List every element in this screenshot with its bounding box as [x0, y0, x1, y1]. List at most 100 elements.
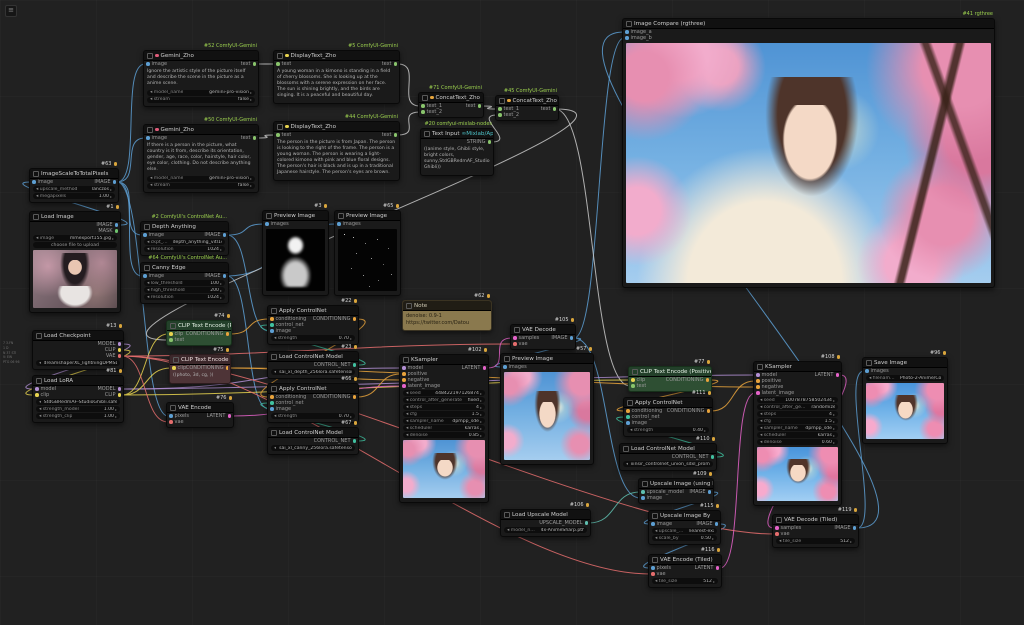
node-image-compare-41[interactable]: #41 rgthree Image Compare (rgthree) image_…	[622, 11, 995, 288]
node-preview-image-3[interactable]: #3 Preview Image images	[262, 203, 329, 296]
node-clip-text-negative-75[interactable]: #75 CLIP Text Encode (Prompt) clipCONDITIO…	[169, 347, 231, 384]
widget-tile_size[interactable]: ◂ tile_size 512 ▸	[652, 578, 718, 584]
widget-stream[interactable]: ◂ stream false ▸	[147, 96, 255, 103]
input-slot-vae[interactable]: vae	[513, 341, 528, 347]
output-slot-MASK[interactable]: MASK	[98, 228, 118, 234]
node-header[interactable]: ConcatText_Zho	[419, 93, 483, 103]
node-apply-controlnet-111[interactable]: #111 Apply ControlNet conditioning CONDITIO…	[623, 390, 713, 437]
widget-value[interactable]: ◂StdGBRedmAF-StudioGhibli.safetensors▸	[36, 399, 120, 405]
widget-strength[interactable]: ◂ strength 0.40 ▸	[627, 427, 709, 433]
output-slot-VAE[interactable]: VAE	[106, 353, 121, 359]
node-header[interactable]: Load Image	[30, 212, 120, 222]
output-slot-LATENT[interactable]: LATENT	[462, 365, 486, 371]
node-display-text-44[interactable]: #44 ComfyUI-Gemini DisplayText_Zho text tex…	[273, 114, 400, 181]
output-slot-CLIP[interactable]: CLIP	[105, 392, 121, 398]
node-collapse-icon[interactable]	[266, 212, 272, 219]
node-collapse-icon[interactable]	[866, 359, 872, 366]
node-collapse-icon[interactable]	[271, 353, 277, 360]
node-header[interactable]: Canny Edge	[141, 263, 228, 273]
widget-strength_model[interactable]: ◂ strength_model 1.00 ▸	[36, 406, 120, 412]
node-header[interactable]: Preview Image	[263, 211, 328, 221]
node-clip-text-positive-77[interactable]: #77CLIP Text Encode (Positive Prompt)cli…	[628, 359, 712, 392]
input-slot-latent_image[interactable]: latent_image	[756, 390, 794, 396]
widget-tile_size[interactable]: ◂ tile_size 512 ▸	[776, 538, 855, 544]
node-concat-text-45[interactable]: #45 ComfyUI-Gemini ConcatText_Zho text_1 te…	[495, 88, 559, 121]
node-header[interactable]: Preview Image	[501, 354, 593, 364]
node-vae-decode-105[interactable]: #105 VAE Decode samples IMAGE vae	[510, 317, 576, 350]
node-collapse-icon[interactable]	[33, 170, 39, 177]
input-slot-image[interactable]: image	[146, 61, 167, 67]
node-collapse-icon[interactable]	[623, 445, 629, 452]
node-header[interactable]: Load ControlNet Model	[268, 428, 358, 438]
node-header[interactable]: Gemini_Zho	[144, 125, 258, 135]
node-collapse-icon[interactable]	[147, 126, 153, 133]
node-header[interactable]: Image Compare (rgthree)	[623, 19, 994, 29]
input-slot-images[interactable]: images	[265, 221, 289, 227]
input-slot-vae[interactable]: vae	[775, 531, 790, 537]
widget-scheduler[interactable]: ◂ scheduler karras ▸	[757, 432, 838, 438]
node-collapse-icon[interactable]	[514, 326, 520, 333]
input-slot-latent_image[interactable]: latent_image	[402, 383, 440, 389]
node-collapse-icon[interactable]	[170, 322, 176, 329]
node-header[interactable]: VAE Encode (Tiled)	[649, 555, 721, 565]
widget-stream[interactable]: ◂ stream false ▸	[147, 182, 255, 189]
input-slot-image_b[interactable]: image_b	[625, 35, 652, 41]
output-slot-text[interactable]: text	[466, 103, 481, 109]
node-note-62[interactable]: #62 Note denoise: 0.9-1 https://twitter.com…	[402, 293, 492, 331]
widget-upscale_method[interactable]: ◂ upscale_method lanczos ▸	[33, 186, 115, 192]
output-slot-IMAGE[interactable]: IMAGE	[94, 179, 116, 185]
preview-image[interactable]	[626, 43, 991, 283]
widget-value[interactable]: ◂dreamshaperXL_lightningDPMSDE.safetenso…	[36, 360, 120, 366]
node-header[interactable]: Load ControlNet Model	[620, 444, 716, 454]
input-slot-text_2[interactable]: text_2	[498, 112, 519, 118]
app-menu-icon[interactable]: ≡	[5, 5, 17, 17]
node-header[interactable]: Apply ControlNet	[624, 398, 712, 408]
node-header[interactable]: Apply ControlNet	[268, 306, 358, 316]
output-slot-text[interactable]: text	[382, 132, 397, 138]
node-header[interactable]: Load Upscale Model	[501, 510, 590, 520]
node-concat-text-71[interactable]: #71 ComfyUI-Gemini ConcatText_Zho text_1 te…	[418, 85, 484, 118]
widget-denoise[interactable]: ◂ denoise 0.85 ▸	[403, 432, 485, 438]
node-header[interactable]: CLIP Text Encode (Prompt)	[167, 321, 231, 331]
widget-button[interactable]: choose file to upload	[33, 242, 117, 248]
node-collapse-icon[interactable]	[173, 356, 179, 363]
input-slot-image[interactable]: image	[270, 328, 291, 334]
node-collapse-icon[interactable]	[776, 516, 782, 523]
node-header[interactable]: Gemini_Zho	[144, 51, 258, 61]
node-upscale-image-by-115[interactable]: #115 Upscale Image By image IMAGE ◂ upscale_…	[648, 503, 721, 545]
widget-sampler_name[interactable]: ◂ sampler_name dpmpp_sde ▸	[403, 418, 485, 424]
output-slot-IMAGE[interactable]: IMAGE	[551, 335, 573, 341]
widget-strength_clip[interactable]: ◂ strength_clip 1.00 ▸	[36, 413, 120, 419]
node-collapse-icon[interactable]	[406, 302, 412, 309]
widget-low_threshold[interactable]: ◂ low_threshold 100 ▸	[144, 280, 225, 286]
output-slot-LATENT[interactable]: LATENT	[207, 413, 231, 419]
node-header[interactable]: Load Checkpoint	[33, 331, 123, 341]
node-header[interactable]: ConcatText_Zho	[496, 96, 558, 106]
node-apply-controlnet-22[interactable]: #22 Apply ControlNet conditioning CONDITION…	[267, 298, 359, 345]
output-slot-UPSCALE_MODEL[interactable]: UPSCALE_MODEL	[539, 520, 588, 526]
node-image-scale-63[interactable]: #63 ImageScaleToTotalPixels image IMAGE ◂ up…	[29, 161, 119, 203]
input-slot-image[interactable]: image	[32, 179, 53, 185]
node-collapse-icon[interactable]	[147, 52, 153, 59]
node-header[interactable]: Apply ControlNet	[268, 384, 358, 394]
widget-steps[interactable]: ◂ steps 4 ▸	[403, 404, 485, 410]
input-slot-text[interactable]: text	[276, 61, 291, 67]
input-slot-images[interactable]: images	[503, 364, 527, 370]
node-collapse-icon[interactable]	[632, 368, 638, 375]
input-slot-image[interactable]: image	[146, 135, 167, 141]
node-header[interactable]: Text Input∞Mixlab/App	[421, 129, 493, 139]
node-depth-anything-2[interactable]: #2 ComfyUI's ControlNet Au... Depth Anyth…	[140, 214, 229, 256]
node-load-controlnet-110[interactable]: #110Load ControlNet ModelCONTROL_NET◂xin…	[619, 436, 717, 471]
widget-control_after_generate[interactable]: ◂ control_after_generaterandomize▸	[757, 404, 838, 410]
node-preview-image-57[interactable]: #57 Preview Image images	[500, 346, 594, 465]
node-collapse-icon[interactable]	[33, 213, 39, 220]
node-load-image-1[interactable]: #1 Load Image IMAGE MASK ◂ image mmexport155.…	[29, 204, 121, 313]
node-header[interactable]: DisplayText_Zho	[274, 51, 399, 61]
widget-strength[interactable]: ◂ strength 0.70 ▸	[271, 335, 355, 341]
node-tiny-side-note[interactable]: 7 3.FN 1 DN 37 STI V: EW PTG 06 96	[3, 341, 21, 367]
output-slot-IMAGE[interactable]: IMAGE	[204, 232, 226, 238]
widget-ckpt_name[interactable]: ◂ ckpt_namedepth_anything_vitl14.pth▸	[144, 239, 225, 245]
node-display-text-5[interactable]: #5 ComfyUI-Gemini DisplayText_Zho text text…	[273, 43, 400, 104]
input-slot-image[interactable]: image	[143, 232, 164, 238]
widget-filename_prefix[interactable]: ◂ filename_prefixPhoto-2-Anime/ComfyUI▸	[866, 375, 944, 381]
